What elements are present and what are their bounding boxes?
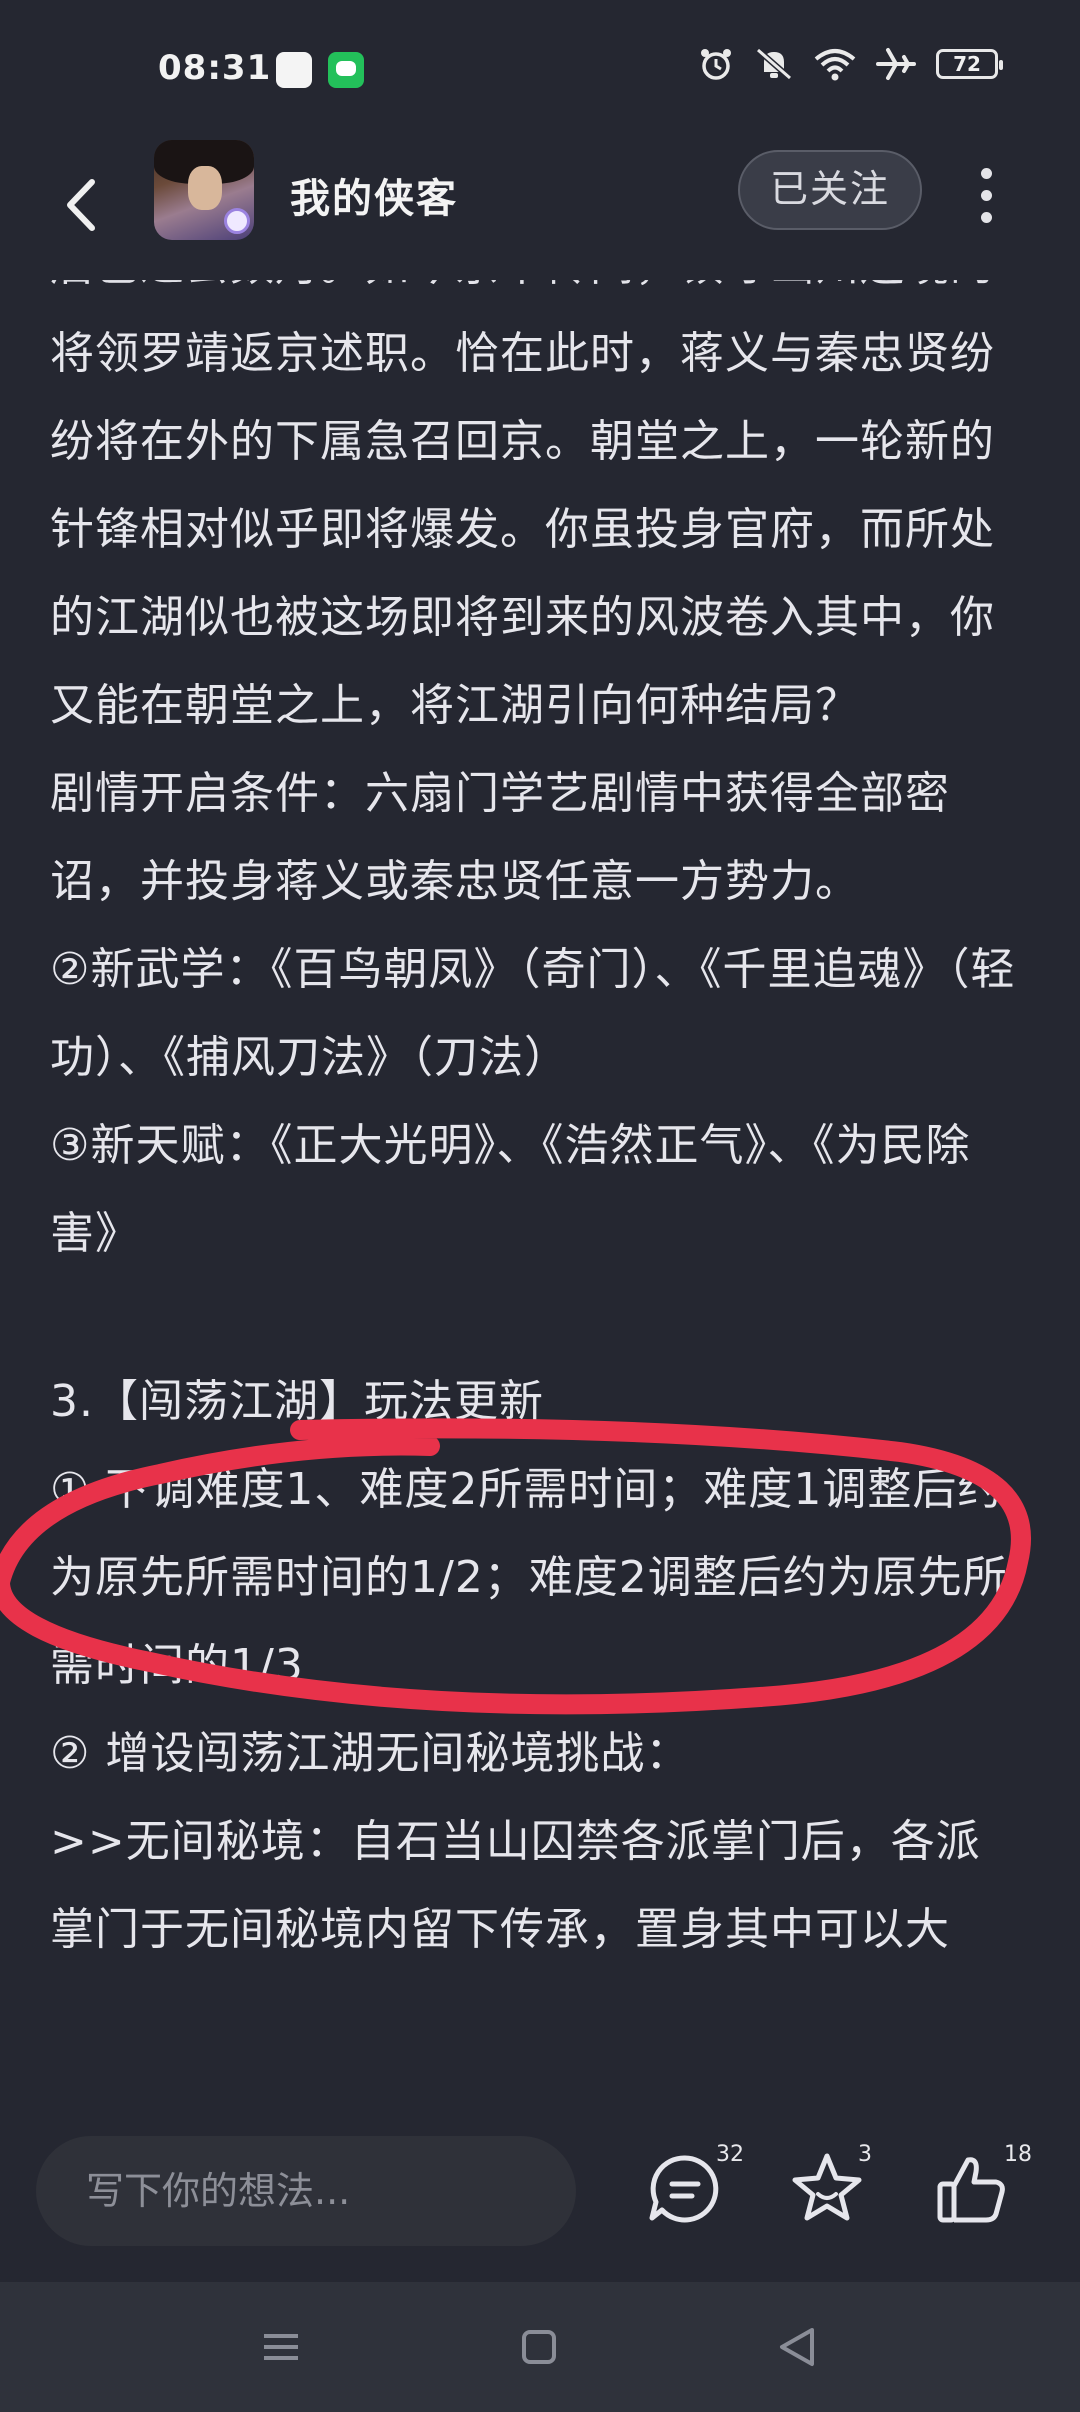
alarm-icon <box>701 49 731 80</box>
wifi-icon <box>814 49 856 81</box>
status-bar: 08:31 72 <box>0 0 1080 140</box>
avatar-face <box>188 166 222 210</box>
top-app-bar: 我的侠客 已关注 <box>0 140 1080 280</box>
battery-icon: 72 <box>936 49 1003 79</box>
comment-count: 32 <box>716 2142 744 2167</box>
system-navigation-bar <box>0 2282 1080 2412</box>
airplane-icon <box>876 48 916 80</box>
comment-input[interactable]: 写下你的想法... <box>36 2136 576 2246</box>
thumbs-up-icon[interactable] <box>926 2144 1016 2234</box>
article-paragraph: ① 下调难度1、难度2所需时间；难度1调整后约为原先所需时间的1/2；难度2调整… <box>50 1464 1008 1691</box>
status-icons: 72 <box>698 46 1003 82</box>
article-section-heading: 3.【闯荡江湖】玩法更新 <box>50 1376 544 1427</box>
article-body: 后已过去数月。如今京中传闻，镇守幽州边境的将领罗靖返京述职。恰在此时，蒋义与秦忠… <box>50 262 1020 1974</box>
avatar[interactable] <box>154 140 254 240</box>
follow-button[interactable]: 已关注 <box>738 150 922 230</box>
article-paragraph: >>无间秘境：自石当山囚禁各派掌门后，各派掌门于无间秘境内留下传承，置身其中可以… <box>50 1816 981 1955</box>
back-arrow-icon[interactable] <box>50 160 120 250</box>
status-time: 08:31 <box>158 48 272 88</box>
home-square-icon[interactable] <box>504 2312 574 2382</box>
wechat-notification-icon <box>328 52 364 88</box>
like-count: 18 <box>1004 2142 1032 2167</box>
article-paragraph: ②新武学：《百鸟朝凤》（奇门）、《千里追魂》（轻功）、《捕风刀法》（刀法） <box>50 944 1016 1083</box>
note-notification-icon <box>276 52 312 88</box>
more-vertical-icon[interactable] <box>966 160 1006 230</box>
page-title[interactable]: 我的侠客 <box>290 166 458 224</box>
article-paragraph: 后已过去数月。如今京中传闻，镇守幽州边境的将领罗靖返京述职。恰在此时，蒋义与秦忠… <box>50 262 995 731</box>
article-paragraph: ② 增设闯荡江湖无间秘境挑战： <box>50 1728 691 1779</box>
menu-icon[interactable] <box>246 2312 316 2382</box>
article-paragraph: 剧情开启条件：六扇门学艺剧情中获得全部密诏，并投身蒋义或秦忠贤任意一方势力。 <box>50 768 950 907</box>
content-top-fade <box>0 262 1080 282</box>
back-triangle-icon[interactable] <box>762 2312 832 2382</box>
bottom-action-bar: 写下你的想法... 32 3 18 <box>0 2102 1080 2282</box>
article-paragraph: ③新天赋：《正大光明》、《浩然正气》、《为民除害》 <box>50 1120 971 1259</box>
avatar-badge-icon <box>224 208 250 234</box>
screen: 08:31 72 将领罗靖返京述职。恰在此时，蒋义与秦忠贤纷纷将在外的下属急召回… <box>0 0 1080 2412</box>
mute-icon <box>756 47 792 81</box>
article-scroll-area[interactable]: 后已过去数月。如今京中传闻，镇守幽州边境的将领罗靖返京述职。恰在此时，蒋义与秦忠… <box>0 262 1080 2102</box>
favorite-count: 3 <box>858 2142 872 2167</box>
